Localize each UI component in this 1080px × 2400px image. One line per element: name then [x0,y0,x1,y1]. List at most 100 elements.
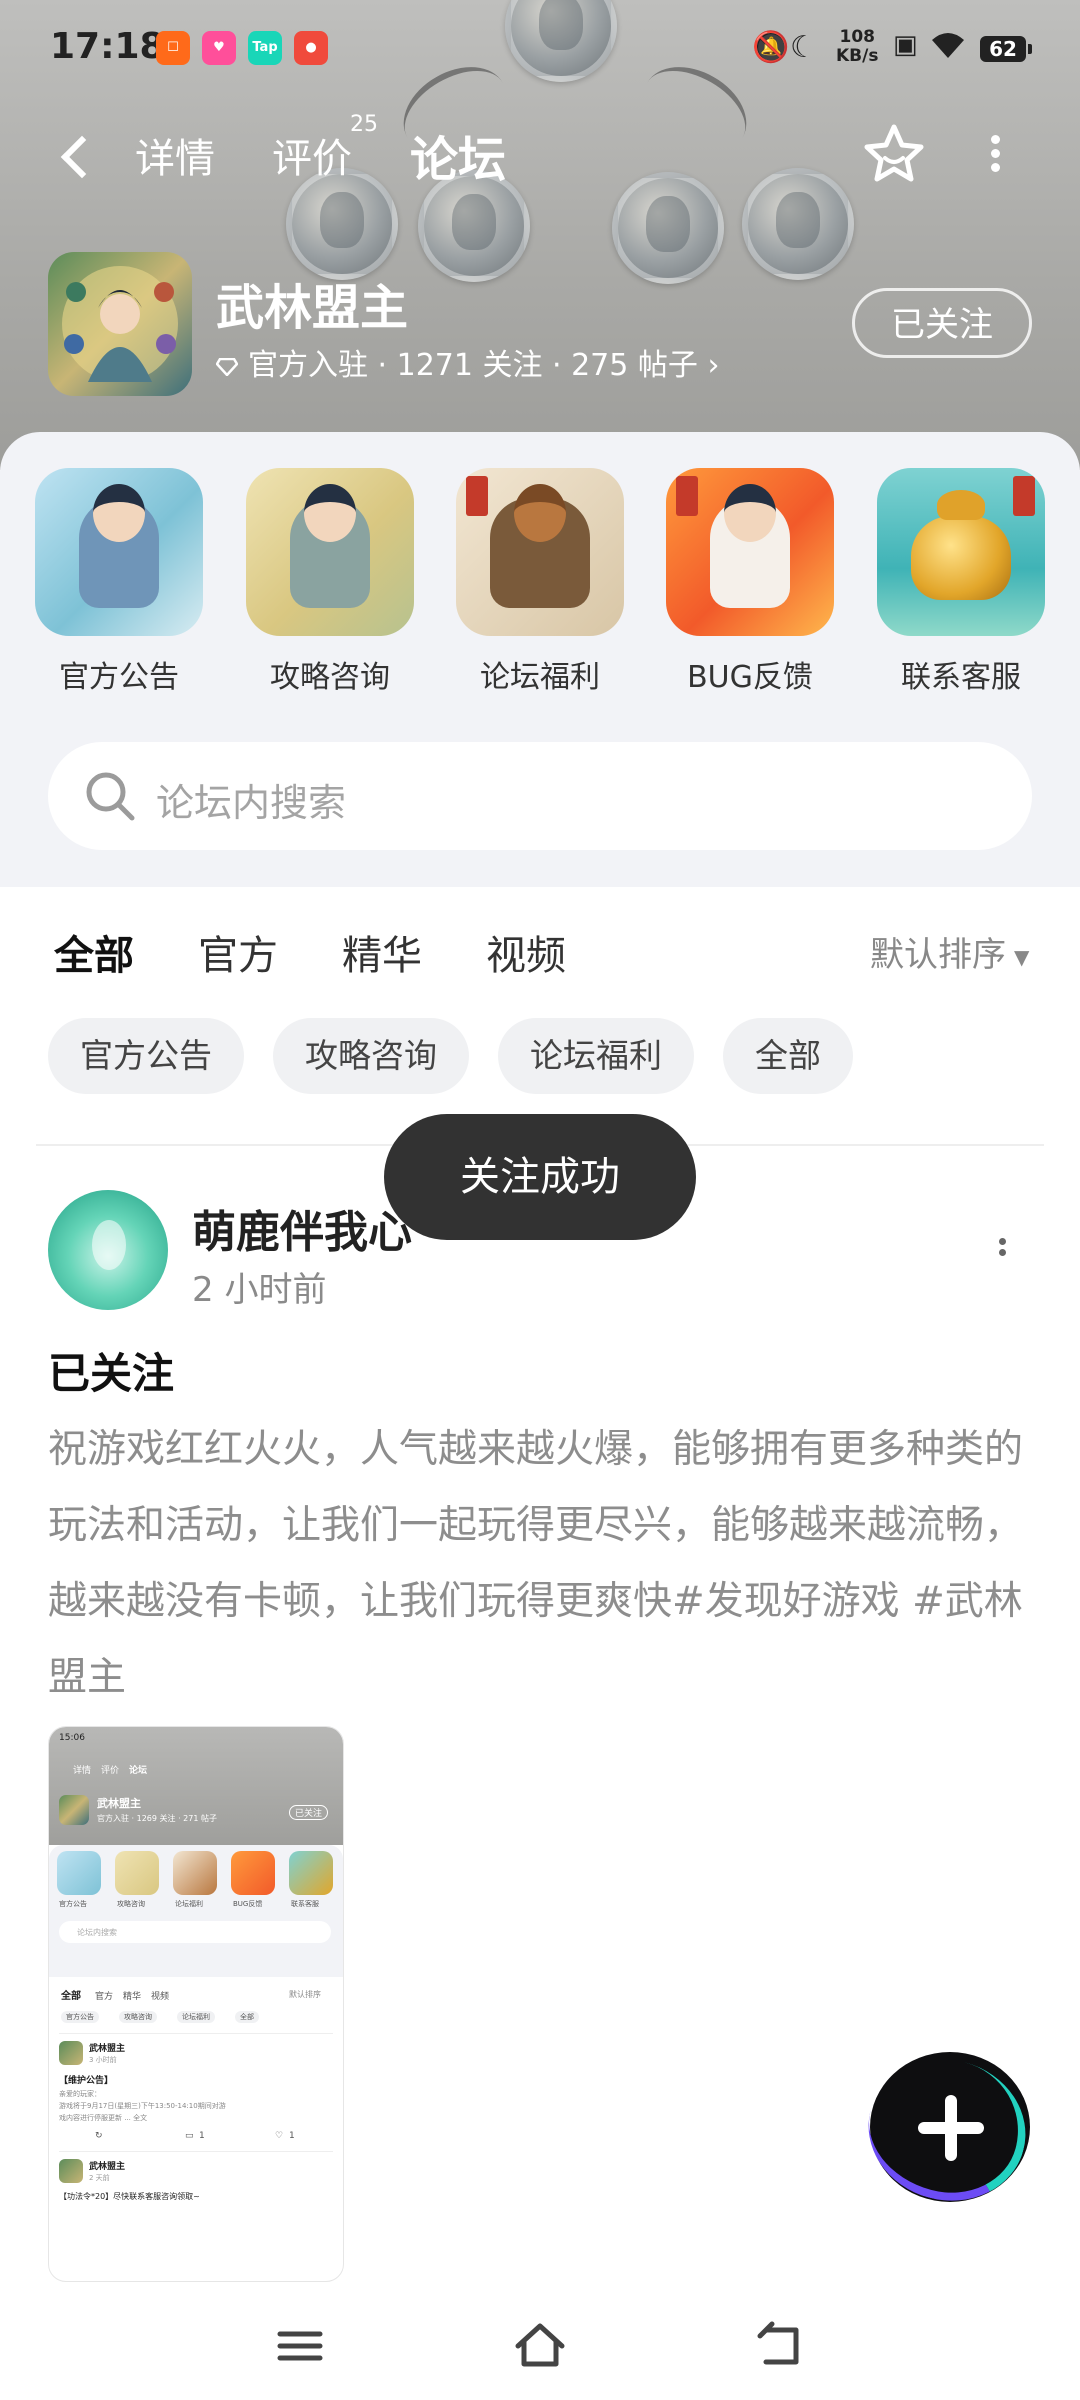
feed-tabs: 全部 官方 精华 视频 默认排序 ▼ [0,887,1080,997]
wifi-icon [928,30,968,67]
tab-details[interactable]: 详情 [135,126,215,184]
app-icon-taptap: Tap [248,31,282,65]
thumb-avatar [59,2159,83,2183]
thumb-comment-icon: ▭ [185,2131,194,2141]
chip-welfare[interactable]: 论坛福利 [498,1018,694,1094]
thumb-feed-tab: 全部 [61,1991,81,2002]
net-speed-value: 108 [839,27,875,47]
bug-report-image [666,468,834,636]
review-count-badge: 25 [350,112,378,137]
category-bug-report[interactable]: BUG反馈 [665,468,835,696]
category-official-notice[interactable]: 官方公告 [34,468,204,696]
category-welfare[interactable]: 论坛福利 [455,468,625,696]
decor-medal [612,172,724,284]
thumb-cat-image [173,1851,217,1895]
follow-button[interactable]: 已关注 [852,288,1032,358]
feed-tab-featured[interactable]: 精华 [342,923,422,981]
chip-official-notice[interactable]: 官方公告 [48,1018,244,1094]
thumb-post-time: 2 天前 [89,2174,110,2182]
thumb-post-title: 【功法令*20】尽快联系客服咨询领取~ [59,2192,200,2201]
feed-tab-official[interactable]: 官方 [198,923,278,981]
thumb-tab: 评价 [101,1766,120,1776]
chip-strategy[interactable]: 攻略咨询 [273,1018,469,1094]
post-author[interactable]: 萌鹿伴我心 [192,1196,412,1260]
tab-reviews[interactable]: 评价 [272,126,352,184]
thumb-follow: 已关注 [289,1805,329,1820]
thumb-post-title: 【维护公告】 [59,2076,114,2086]
thumb-cat-image [57,1851,101,1895]
back-button[interactable] [55,130,105,180]
feed-tab-video[interactable]: 视频 [486,923,566,981]
status-bar: 17:18 ☐ ♥ Tap ● 🔕 ☾ 108 KB/s ▣ 62 [0,0,1080,100]
thumb-header [49,1727,343,1845]
menu-icon[interactable] [270,2316,330,2376]
category-label: BUG反馈 [687,660,813,695]
app-icon-orange: ☐ [156,31,190,65]
thumb-search-placeholder: 论坛内搜索 [77,1928,117,1937]
category-label: 官方公告 [59,660,179,695]
avatar[interactable] [48,1190,168,1310]
post-time: 2 小时前 [192,1270,327,1310]
thumb-post-author: 武林盟主 [89,2162,126,2172]
app-icon-red: ● [294,31,328,65]
star-icon[interactable] [862,122,926,186]
thumb-cat-label: 论坛福利 [175,1900,203,1908]
thumb-chip: 官方公告 [61,2011,99,2023]
status-time: 17:18 [50,26,165,67]
decor-medal [742,168,854,280]
mute-icon: 🔕 [752,30,790,65]
moon-icon: ☾ [790,30,817,65]
thumb-time: 15:06 [59,1733,85,1743]
search-placeholder: 论坛内搜索 [156,781,347,825]
thumb-comment-count: 1 [199,2131,205,2141]
thumb-like-icon: ♡ [275,2131,284,2141]
post-title[interactable]: 已关注 [48,1340,174,1401]
game-icon [48,252,192,396]
feed-tab-all[interactable]: 全部 [54,923,134,981]
category-customer-service[interactable]: 联系客服 [876,468,1046,696]
game-title: 武林盟主 [216,280,409,336]
thumb-divider [59,2151,333,2152]
game-meta[interactable]: 官方入驻 · 1271 关注 · 275 帖子 › [216,340,719,384]
category-label: 论坛福利 [480,660,600,695]
tab-forum[interactable]: 论坛 [410,120,507,190]
thumb-cat-label: BUG反馈 [233,1900,263,1908]
search-icon [86,772,135,821]
thumb-feed-tab: 视频 [151,1992,170,2002]
welfare-image [456,468,624,636]
verified-diamond-icon [216,357,238,376]
thumb-tab: 论坛 [129,1766,148,1776]
thumb-divider [59,2033,333,2034]
toast-message: 关注成功 [384,1114,696,1240]
post-more-icon[interactable] [992,1234,1012,1278]
sort-dropdown[interactable]: 默认排序 ▼ [870,927,1029,976]
thumb-cat-label: 联系客服 [291,1900,319,1908]
thumb-share-icon: ↻ [95,2131,103,2141]
thumb-game-name: 武林盟主 [97,1797,141,1810]
sim-off-icon: ▣ [893,30,918,60]
thumb-cat-label: 官方公告 [59,1900,87,1908]
thumb-post-line: 戏内容进行停服更新 ... 全文 [59,2114,148,2122]
search-input[interactable]: 论坛内搜索 [48,742,1032,850]
post-body[interactable]: 祝游戏红红火火，人气越来越火爆，能够拥有更多种类的玩法和活动，让我们一起玩得更尽… [48,1412,1038,1716]
category-strategy[interactable]: 攻略咨询 [245,468,415,696]
plus-icon [945,2095,957,2161]
thumb-cat-image [115,1851,159,1895]
sort-label: 默认排序 [870,935,1006,975]
chevron-right-icon: › [697,348,720,383]
thumb-post-line: 游戏将于9月17日(星期三)下午13:50-14:10期间对游 [59,2102,226,2110]
create-post-button[interactable] [870,2052,1030,2202]
app-icon-pink: ♥ [202,31,236,65]
caret-down-icon: ▼ [1014,944,1030,969]
chip-all[interactable]: 全部 [723,1018,853,1094]
home-icon[interactable] [510,2316,570,2376]
system-nav-bar [0,2290,1080,2400]
net-speed-unit: KB/s [836,46,879,66]
back-nav-icon[interactable] [750,2316,810,2376]
post-image-thumbnail[interactable]: 15:06 详情 评价 论坛 武林盟主 官方入驻 · 1269 关注 · 271… [48,1726,344,2282]
decor-medal [286,168,398,280]
more-menu-icon[interactable] [980,130,1010,180]
game-meta-text: 官方入驻 · 1271 关注 · 275 帖子 [248,348,698,383]
thumb-post-time: 3 小时前 [89,2056,117,2064]
thumb-like-count: 1 [289,2131,295,2141]
